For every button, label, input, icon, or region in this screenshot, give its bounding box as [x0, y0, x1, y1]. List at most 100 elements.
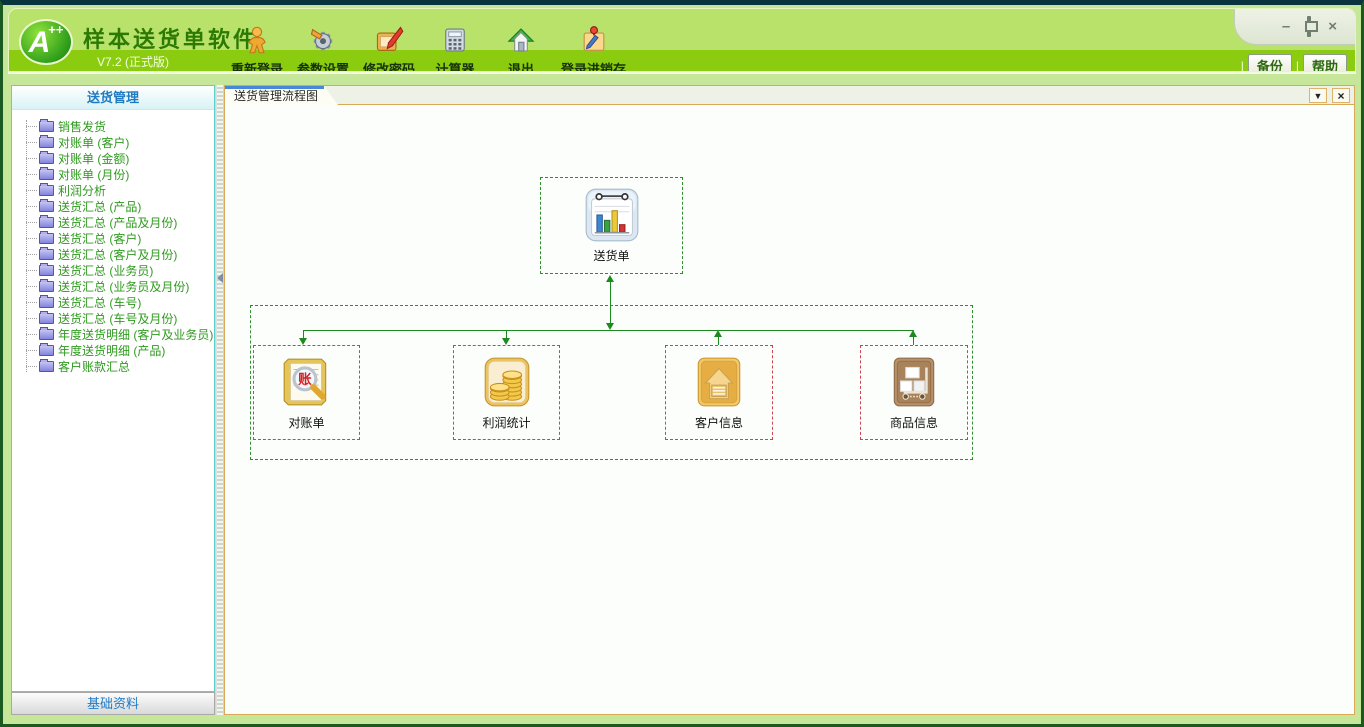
tab-list-dropdown-icon[interactable]: ▼ — [1309, 88, 1327, 103]
toolbar-change-password-button[interactable]: 修改密码 — [363, 25, 415, 72]
toolbar-exit-label: 退出 — [508, 59, 534, 72]
tree-item-summary-product[interactable]: 送货汇总 (产品) — [22, 198, 214, 214]
folder-icon — [39, 233, 54, 244]
product-info-icon — [887, 355, 941, 409]
toolbar-settings-button[interactable]: 参数设置 — [297, 25, 349, 72]
tree-item-summary-customer-month[interactable]: 送货汇总 (客户及月份) — [22, 246, 214, 262]
tree-item-summary-truck-month[interactable]: 送货汇总 (车号及月份) — [22, 310, 214, 326]
connector-bus-line — [303, 330, 914, 331]
tree-item-annual-detail-customer-salesman[interactable]: 年度送货明细 (客户及业务员) — [22, 326, 214, 342]
toolbar-relogin-button[interactable]: 重新登录 — [231, 25, 283, 72]
tree-guide-line — [26, 120, 27, 372]
app-window: A++ 样本送货单软件 V7.2 (正式版) 重新登录 — [0, 0, 1364, 727]
magnifier-char: 账 — [298, 372, 312, 387]
tree-item-summary-product-month[interactable]: 送货汇总 (产品及月份) — [22, 214, 214, 230]
toolbar-change-password-label: 修改密码 — [363, 59, 415, 72]
folder-icon — [39, 313, 54, 324]
folder-icon — [39, 249, 54, 260]
relogin-icon — [242, 25, 272, 55]
tree-item-statement-month[interactable]: 对账单 (月份) — [22, 166, 214, 182]
folder-icon — [39, 329, 54, 340]
separator: | — [1241, 59, 1244, 72]
arrow-up-from-product — [909, 330, 917, 337]
calculator-icon — [440, 25, 470, 55]
minimize-icon[interactable]: – — [1282, 19, 1290, 34]
flow-node-reconciliation[interactable]: 账 对账单 — [253, 345, 360, 440]
app-logo: A++ — [19, 19, 73, 65]
flow-node-label: 利润统计 — [482, 414, 530, 431]
separator: | — [1296, 59, 1299, 72]
tree-item-customer-balance-summary[interactable]: 客户账款汇总 — [22, 358, 214, 374]
toolbar-login-inventory-button[interactable]: 登录进销存 — [561, 25, 626, 72]
connector-stub-customer — [718, 337, 719, 345]
backup-button[interactable]: 备份 — [1248, 54, 1292, 72]
logo-plusplus: ++ — [48, 22, 63, 37]
flow-node-label: 送货单 — [593, 247, 629, 264]
tab-delivery-flowchart[interactable]: 送货管理流程图 — [225, 86, 338, 105]
tree-item-annual-detail-product[interactable]: 年度送货明细 (产品) — [22, 342, 214, 358]
folder-icon — [39, 361, 54, 372]
tree-item-statement-amount[interactable]: 对账单 (金额) — [22, 150, 214, 166]
close-icon[interactable]: × — [1328, 19, 1337, 34]
arrow-up-to-delivery-note — [606, 275, 614, 282]
arrow-up-from-customer — [714, 330, 722, 337]
header-actions: | 备份 | 帮助 — [1241, 54, 1347, 72]
settings-icon — [308, 25, 338, 55]
delivery-note-icon — [584, 187, 640, 243]
reconciliation-icon: 账 — [280, 355, 334, 409]
flowchart-canvas: 送货单 账 — [225, 105, 1354, 714]
help-button[interactable]: 帮助 — [1303, 54, 1347, 72]
folder-icon — [39, 121, 54, 132]
folder-icon — [39, 281, 54, 292]
toolbar-calculator-button[interactable]: 计算器 — [429, 25, 481, 72]
customer-info-icon — [692, 355, 746, 409]
toolbar-exit-button[interactable]: 退出 — [495, 25, 547, 72]
exit-icon — [506, 25, 536, 55]
flow-node-delivery-note[interactable]: 送货单 — [540, 177, 683, 274]
tab-bar: 送货管理流程图 ▼ × — [225, 86, 1354, 105]
folder-icon — [39, 217, 54, 228]
tree-item-summary-truck[interactable]: 送货汇总 (车号) — [22, 294, 214, 310]
app-version: V7.2 (正式版) — [97, 53, 169, 70]
toolbar-calculator-label: 计算器 — [436, 59, 475, 72]
folder-icon — [39, 169, 54, 180]
folder-icon — [39, 137, 54, 148]
flow-node-label: 商品信息 — [890, 414, 938, 431]
sidebar-footer-basic-data[interactable]: 基础资料 — [11, 692, 215, 715]
connector-stub-product — [913, 337, 914, 345]
tree-item-summary-salesman-month[interactable]: 送货汇总 (业务员及月份) — [22, 278, 214, 294]
collapse-arrow-icon — [217, 273, 223, 283]
flow-node-label: 客户信息 — [695, 414, 743, 431]
sidebar-panel: 送货管理 销售发货 对账单 (客户) 对账单 (金额) 对账单 (月份) 利润分… — [11, 85, 215, 692]
arrow-down-to-reconciliation — [299, 338, 307, 345]
flow-node-product-info[interactable]: 商品信息 — [860, 345, 968, 440]
toolbar-settings-label: 参数设置 — [297, 59, 349, 72]
window-controls: – × — [1234, 8, 1356, 45]
restore-icon[interactable] — [1307, 19, 1311, 34]
folder-icon — [39, 265, 54, 276]
flow-node-profit-stats[interactable]: 利润统计 — [453, 345, 560, 440]
folder-icon — [39, 185, 54, 196]
sidebar-header-delivery-management[interactable]: 送货管理 — [12, 86, 214, 110]
tree-item-summary-salesman[interactable]: 送货汇总 (业务员) — [22, 262, 214, 278]
toolbar-relogin-label: 重新登录 — [231, 59, 283, 72]
tree-item-statement-customer[interactable]: 对账单 (客户) — [22, 134, 214, 150]
tab-bar-buttons: ▼ × — [1309, 88, 1350, 103]
profit-stats-icon — [480, 355, 534, 409]
toolbar-login-inventory-label: 登录进销存 — [561, 59, 626, 72]
folder-icon — [39, 153, 54, 164]
login-inventory-icon — [579, 25, 609, 55]
restore-glyph — [1307, 16, 1311, 37]
change-password-icon — [374, 25, 404, 55]
tree-item-profit-analysis[interactable]: 利润分析 — [22, 182, 214, 198]
tree-item-summary-customer[interactable]: 送货汇总 (客户) — [22, 230, 214, 246]
folder-icon — [39, 345, 54, 356]
flow-node-customer-info[interactable]: 客户信息 — [665, 345, 773, 440]
panel-splitter[interactable] — [216, 85, 223, 715]
tab-active-stripe — [225, 86, 324, 89]
folder-icon — [39, 297, 54, 308]
folder-icon — [39, 201, 54, 212]
tab-close-icon[interactable]: × — [1332, 88, 1350, 103]
title-bar: A++ 样本送货单软件 V7.2 (正式版) 重新登录 — [8, 8, 1356, 72]
tree-item-sales-delivery[interactable]: 销售发货 — [22, 118, 214, 134]
